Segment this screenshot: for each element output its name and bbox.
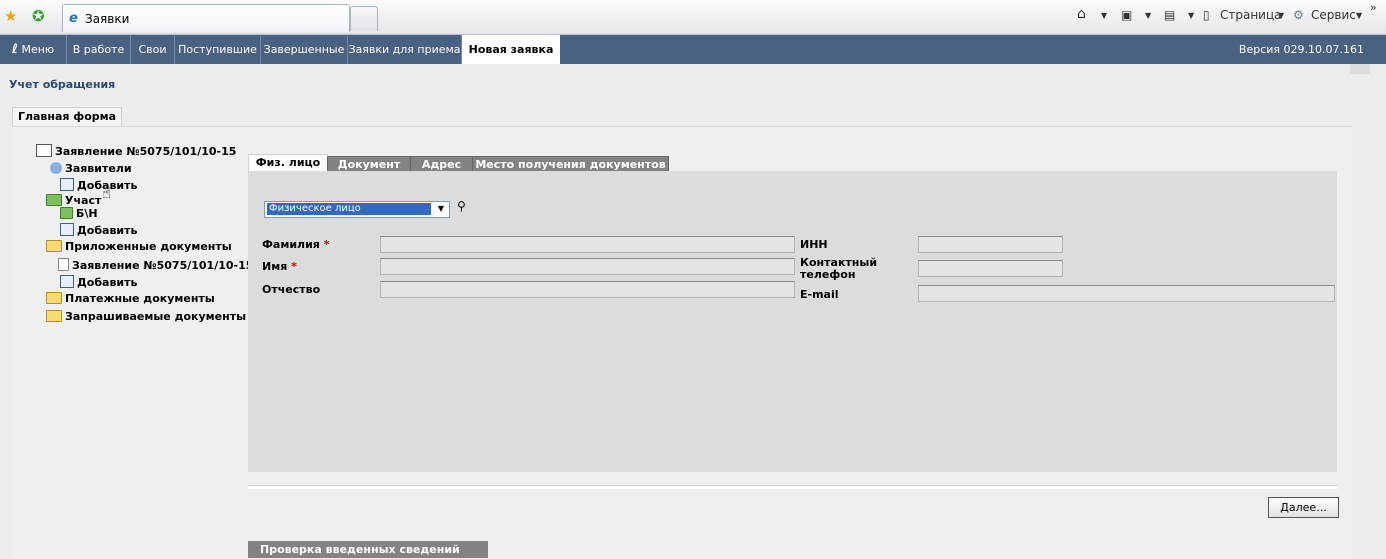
person-type-select[interactable]: Физическое лицо ▼	[264, 201, 450, 218]
email-label: E-mail	[800, 288, 839, 301]
last-name-label: Фамилия *	[262, 238, 330, 251]
new-tab-button[interactable]	[350, 6, 378, 31]
check-section-header[interactable]: Проверка введенных сведений	[248, 541, 488, 558]
next-button[interactable]: Далее...	[1268, 497, 1339, 518]
tree-requested-docs[interactable]: Запрашиваемые документы	[46, 310, 246, 323]
required-mark: *	[291, 260, 297, 273]
nav-in-progress[interactable]: В работе	[67, 35, 131, 64]
gear-icon[interactable]: ⚙	[1293, 8, 1304, 22]
first-name-label: Имя *	[262, 260, 297, 273]
page-title: Учет обращения	[9, 78, 116, 91]
tools-menu[interactable]: Сервис	[1311, 8, 1356, 22]
required-mark: *	[323, 238, 330, 251]
nav-requests-for-reception[interactable]: Заявки для приема	[348, 35, 462, 64]
people-icon	[50, 162, 62, 174]
add-item-icon	[60, 275, 74, 288]
browser-toolbar: ★ ✪ e Заявки ⌂ ▼ ▣ ▼ ▤ ▼ ▯ Страница ▼ ⚙ …	[0, 0, 1386, 35]
document-icon	[58, 258, 69, 271]
nav-menu[interactable]: ℓ Меню	[0, 35, 67, 64]
menu-icon: ℓ	[11, 42, 18, 57]
browser-tab-title: Заявки	[85, 12, 130, 26]
email-input[interactable]	[918, 285, 1335, 302]
favorites-star-icon[interactable]: ★	[4, 7, 17, 25]
house-icon	[60, 207, 73, 219]
tree-payment-docs[interactable]: Платежные документы	[46, 292, 215, 305]
tree-plot[interactable]: Участ	[46, 194, 101, 207]
chevron-down-icon[interactable]: ▼	[434, 203, 448, 215]
version-label: Версия 029.10.07.161	[1238, 43, 1364, 56]
chevron-more-icon[interactable]: »	[1370, 1, 1377, 14]
nav-incoming[interactable]: Поступившие	[175, 35, 261, 64]
home-dropdown-icon[interactable]: ▼	[1101, 11, 1107, 20]
browser-tab[interactable]: e Заявки	[62, 4, 350, 32]
tab-main-form[interactable]: Главная форма	[12, 107, 122, 128]
rss-feed-icon[interactable]: ▣	[1121, 8, 1132, 22]
tree-attached-docs[interactable]: Приложенные документы	[46, 240, 232, 253]
request-card-icon	[36, 144, 52, 157]
tree-add-plot[interactable]: Добавить	[60, 223, 137, 237]
tree-add-document[interactable]: Добавить	[60, 275, 137, 289]
inn-input[interactable]	[918, 236, 1063, 253]
feed-dropdown-icon[interactable]: ▼	[1145, 11, 1151, 20]
tree-attached-item[interactable]: Заявление №5075/101/10-15	[58, 258, 253, 272]
nav-scroll-stub	[1350, 64, 1370, 74]
page-icon[interactable]: ▯	[1203, 8, 1210, 22]
nav-completed[interactable]: Завершенные	[261, 35, 348, 64]
patronymic-input[interactable]	[380, 281, 795, 298]
add-item-icon	[60, 223, 74, 236]
tools-dropdown-icon[interactable]: ▼	[1356, 11, 1362, 20]
add-favorites-icon[interactable]: ✪	[32, 7, 45, 25]
print-dropdown-icon[interactable]: ▼	[1188, 11, 1194, 20]
search-icon[interactable]: ⚲	[457, 199, 466, 213]
phone-input[interactable]	[918, 260, 1063, 277]
page-dropdown-icon[interactable]: ▼	[1278, 11, 1284, 20]
patronymic-label: Отчество	[262, 283, 321, 296]
first-name-input[interactable]	[380, 258, 795, 275]
tab-individual[interactable]: Физ. лицо	[248, 154, 328, 172]
tree-add-applicant[interactable]: Добавить	[60, 178, 137, 192]
folder-icon	[46, 310, 62, 322]
tree-bn[interactable]: Б\Н	[60, 207, 98, 220]
last-name-input[interactable]	[380, 236, 795, 253]
ie-logo-icon: e	[69, 11, 78, 26]
inn-label: ИНН	[800, 238, 828, 251]
folder-icon	[46, 240, 62, 252]
nav-new-request[interactable]: Новая заявка	[462, 35, 560, 64]
nav-own[interactable]: Свои	[131, 35, 175, 64]
hand-cursor-icon: ☝	[102, 184, 112, 202]
folder-icon	[46, 292, 62, 304]
add-item-icon	[60, 178, 74, 191]
print-icon[interactable]: ▤	[1164, 8, 1175, 22]
tree-applicants[interactable]: Заявители	[50, 162, 132, 175]
divider	[248, 485, 1337, 489]
page-menu[interactable]: Страница	[1220, 8, 1282, 22]
green-folder-icon	[46, 194, 62, 206]
person-type-value: Физическое лицо	[267, 203, 431, 215]
home-icon[interactable]: ⌂	[1077, 6, 1086, 22]
tree-root[interactable]: Заявление №5075/101/10-15	[36, 144, 236, 158]
main-nav: ℓ Меню В работе Свои Поступившие Заверше…	[0, 35, 1386, 64]
phone-label: Контактный телефон	[800, 256, 878, 281]
